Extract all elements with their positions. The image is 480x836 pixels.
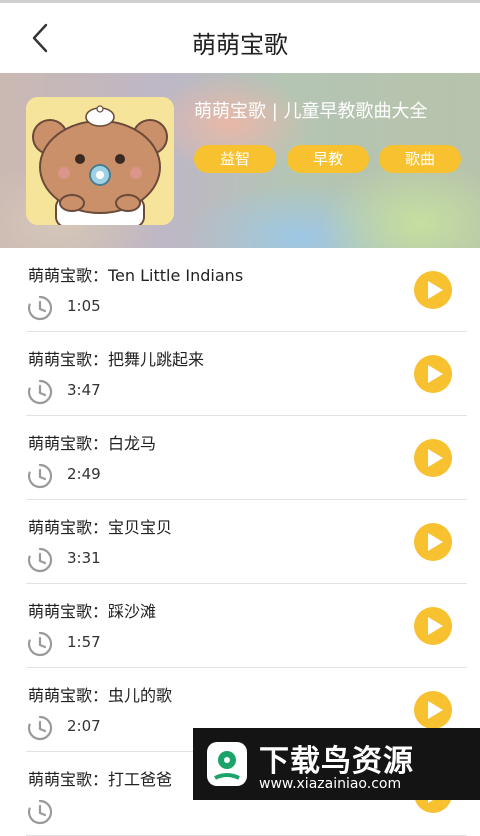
clock-icon	[27, 379, 53, 405]
song-title: 萌萌宝歌：宝贝宝贝	[28, 518, 173, 537]
watermark-logo-icon	[207, 742, 247, 786]
song-title: 萌萌宝歌：Ten Little Indians	[28, 266, 244, 285]
play-button-icon[interactable]	[413, 270, 453, 310]
song-duration: 1:57	[67, 633, 101, 651]
song-duration: 2:49	[67, 465, 101, 483]
song-title: 萌萌宝歌：踩沙滩	[28, 602, 157, 621]
song-row[interactable]: 萌萌宝歌：踩沙滩 1:57	[26, 584, 467, 668]
app-header: 萌萌宝歌	[0, 3, 480, 73]
song-duration: 2:07	[67, 717, 101, 735]
song-duration: 3:47	[67, 381, 101, 399]
clock-icon	[27, 799, 53, 825]
page-title: 萌萌宝歌	[192, 31, 288, 59]
tag-yizhi[interactable]: 益智	[194, 145, 276, 173]
clock-icon	[27, 547, 53, 573]
clock-icon	[27, 631, 53, 657]
watermark-url: www.xiazainiao.com	[259, 776, 402, 792]
song-duration: 1:05	[67, 297, 101, 315]
song-title: 萌萌宝歌：把舞儿跳起来	[28, 350, 205, 369]
watermark-overlay: 下载鸟资源 www.xiazainiao.com	[193, 728, 480, 800]
song-duration: 3:31	[67, 549, 101, 567]
watermark-text: 下载鸟资源	[259, 744, 414, 779]
play-button-icon[interactable]	[413, 522, 453, 562]
song-row[interactable]: 萌萌宝歌：宝贝宝贝 3:31	[26, 500, 467, 584]
clock-icon	[27, 463, 53, 489]
play-button-icon[interactable]	[413, 354, 453, 394]
play-button-icon[interactable]	[413, 606, 453, 646]
song-row[interactable]: 萌萌宝歌：Ten Little Indians 1:05	[26, 248, 467, 332]
playlist-cover-image	[26, 97, 174, 225]
play-button-icon[interactable]	[413, 438, 453, 478]
song-row[interactable]: 萌萌宝歌：把舞儿跳起来 3:47	[26, 332, 467, 416]
song-title: 萌萌宝歌：虫儿的歌	[28, 686, 173, 705]
playlist-banner: 萌萌宝歌 | 儿童早教歌曲大全 益智 早教 歌曲	[0, 73, 480, 248]
tag-zaojiao[interactable]: 早教	[287, 145, 369, 173]
song-row[interactable]: 萌萌宝歌：白龙马 2:49	[26, 416, 467, 500]
bear-illustration	[26, 97, 174, 225]
song-title: 萌萌宝歌：白龙马	[28, 434, 157, 453]
tag-gequ[interactable]: 歌曲	[379, 145, 461, 173]
playlist-title: 萌萌宝歌 | 儿童早教歌曲大全	[194, 101, 428, 122]
clock-icon	[27, 715, 53, 741]
clock-icon	[27, 295, 53, 321]
play-button-icon[interactable]	[413, 690, 453, 730]
song-title: 萌萌宝歌：打工爸爸	[28, 770, 173, 789]
